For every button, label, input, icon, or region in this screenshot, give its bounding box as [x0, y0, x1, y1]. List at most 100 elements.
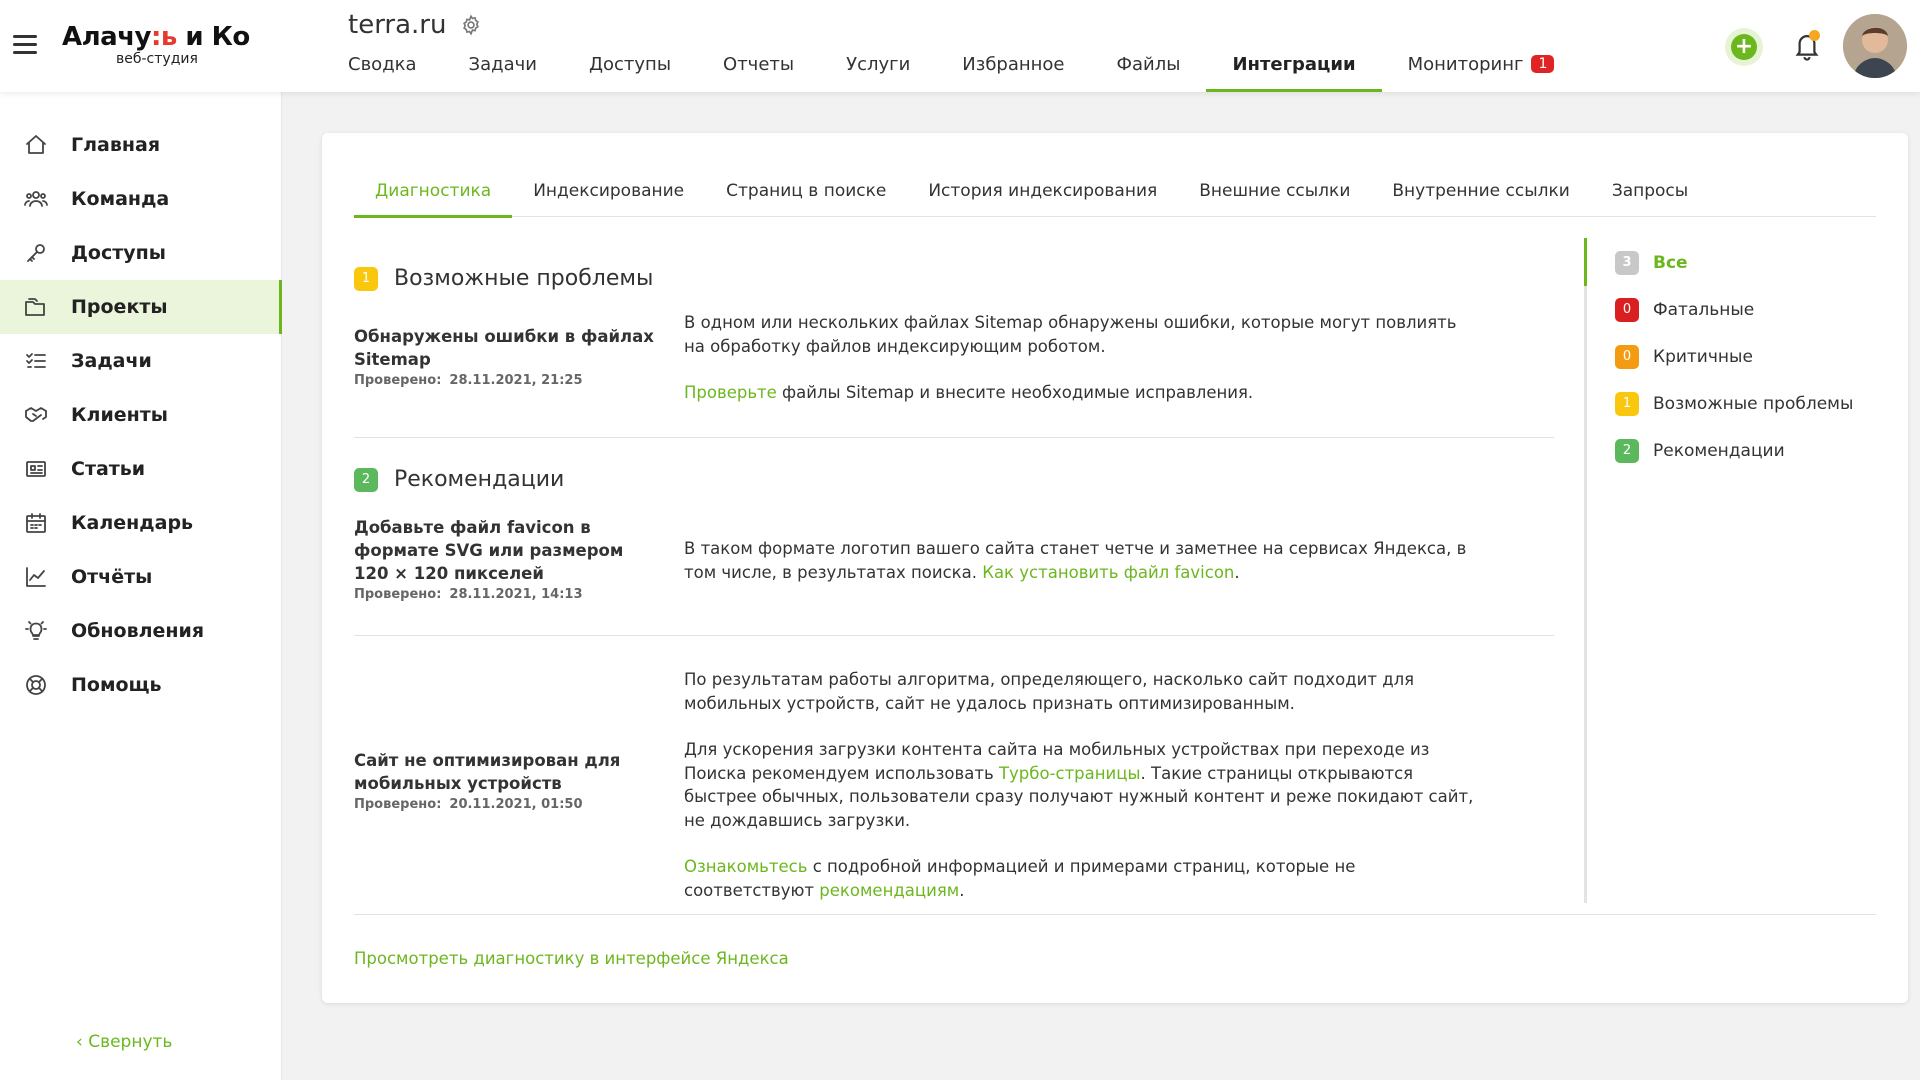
sidebar-item-home[interactable]: Главная — [0, 118, 282, 172]
sidebar-item-reports[interactable]: Отчёты — [0, 550, 282, 604]
issue-title: Обнаружены ошибки в файлах Sitemap Прове… — [354, 325, 654, 391]
gear-icon[interactable] — [460, 14, 482, 36]
team-icon — [24, 191, 48, 207]
avatar[interactable] — [1843, 14, 1907, 78]
filter-count-badge: 0 — [1615, 345, 1639, 369]
filter-critical[interactable]: 0 Критичные — [1615, 345, 1753, 369]
add-button[interactable]: + — [1725, 28, 1763, 66]
sidebar-item-calendar[interactable]: Календарь — [0, 496, 282, 550]
folder-icon — [25, 298, 45, 316]
issue-checked-date: Проверено: 20.11.2021, 01:50 — [354, 797, 583, 812]
tab-tasks[interactable]: Задачи — [469, 50, 537, 92]
menu-icon[interactable] — [13, 35, 37, 55]
recommendations-link[interactable]: рекомендациям — [819, 881, 959, 900]
filter-all[interactable]: 3 Все — [1615, 251, 1688, 275]
sidebar-item-label: Отчёты — [71, 566, 153, 588]
subtab-pages-in-search[interactable]: Страниц в поиске — [705, 173, 907, 217]
tab-favorites[interactable]: Избранное — [962, 50, 1064, 92]
tab-reports[interactable]: Отчеты — [723, 50, 794, 92]
filter-count-badge: 3 — [1615, 251, 1639, 275]
section-badge: 2 — [354, 467, 378, 492]
logo-subtitle: веб-студия — [116, 51, 198, 67]
integration-subtabs: Диагностика Индексирование Страниц в пои… — [354, 173, 1876, 218]
severity-filters: 3 Все 0 Фатальные 0 Критичные 1 Возможные пр… — [1584, 238, 1874, 903]
divider — [354, 914, 1876, 915]
divider — [354, 437, 1554, 438]
notification-dot — [1809, 30, 1820, 41]
sidebar-item-label: Доступы — [71, 242, 166, 264]
handshake-icon — [25, 407, 47, 422]
filter-recommendations[interactable]: 2 Рекомендации — [1615, 439, 1785, 463]
check-link[interactable]: Проверьте — [684, 383, 777, 402]
filter-count-badge: 2 — [1615, 439, 1639, 463]
subtab-diagnostics[interactable]: Диагностика — [354, 173, 513, 218]
section-title-problems: 1 Возможные проблемы — [354, 266, 653, 291]
sidebar-item-articles[interactable]: Статьи — [0, 442, 282, 496]
sidebar-item-projects[interactable]: Проекты — [0, 280, 282, 334]
lifebuoy-icon — [26, 675, 46, 695]
subtab-external-links[interactable]: Внешние ссылки — [1178, 173, 1371, 217]
issue-description: В одном или нескольких файлах Sitemap об… — [684, 313, 1457, 402]
sidebar-item-label: Задачи — [71, 350, 152, 372]
section-title-recommendations: 2 Рекомендации — [354, 467, 564, 492]
sidebar-item-tasks[interactable]: Задачи — [0, 334, 282, 388]
top-header: Алачу:ь и Ко веб-студия terra.ru Сводка … — [0, 0, 1920, 92]
tab-services[interactable]: Услуги — [846, 50, 910, 92]
favicon-help-link[interactable]: Как установить файл favicon — [982, 563, 1234, 582]
project-tabs: Сводка Задачи Доступы Отчеты Услуги Избр… — [348, 50, 1606, 92]
subtab-indexing-history[interactable]: История индексирования — [907, 173, 1178, 217]
divider — [354, 635, 1554, 636]
issue-title: Сайт не оптимизирован для мобильных устр… — [354, 749, 654, 815]
diagnostics-card: Диагностика Индексирование Страниц в пои… — [322, 133, 1908, 1003]
subtab-indexing[interactable]: Индексирование — [512, 173, 705, 217]
sidebar-item-label: Команда — [71, 188, 170, 210]
project-title: terra.ru — [348, 10, 482, 40]
subtab-internal-links[interactable]: Внутренние ссылки — [1371, 173, 1590, 217]
turbo-pages-link[interactable]: Турбо-страницы — [999, 764, 1141, 783]
issue-description: В таком формате логотип вашего сайта ста… — [684, 539, 1467, 582]
sidebar-item-access[interactable]: Доступы — [0, 226, 282, 280]
sidebar: Главная Команда Доступы Проекты Задачи Клиент… — [0, 92, 282, 1080]
key-icon — [27, 244, 45, 262]
filter-possible-problems[interactable]: 1 Возможные проблемы — [1615, 392, 1853, 416]
sidebar-item-label: Статьи — [71, 458, 146, 480]
tab-integrations[interactable]: Интеграции — [1206, 50, 1382, 92]
filter-count-badge: 1 — [1615, 392, 1639, 416]
lightbulb-icon — [25, 621, 47, 640]
learn-more-link[interactable]: Ознакомьтесь — [684, 857, 807, 876]
issue-checked-date: Проверено: 28.11.2021, 21:25 — [354, 373, 583, 388]
sidebar-item-updates[interactable]: Обновления — [0, 604, 282, 658]
filter-count-badge: 0 — [1615, 298, 1639, 322]
yandex-diagnostics-link[interactable]: Просмотреть диагностику в интерфейсе Янд… — [354, 949, 789, 968]
sidebar-item-label: Проекты — [71, 296, 168, 318]
notifications-button[interactable] — [1792, 30, 1822, 62]
issue-checked-date: Проверено: 28.11.2021, 14:13 — [354, 587, 583, 602]
section-badge: 1 — [354, 266, 378, 291]
monitoring-badge: 1 — [1531, 55, 1555, 73]
articles-icon — [26, 461, 46, 477]
tab-summary[interactable]: Сводка — [348, 50, 417, 92]
logo[interactable]: Алачу:ь и Ко веб-студия — [62, 22, 262, 66]
sidebar-item-label: Главная — [71, 134, 161, 156]
sidebar-item-label: Клиенты — [71, 404, 168, 426]
subtab-queries[interactable]: Запросы — [1591, 173, 1709, 217]
sidebar-item-label: Обновления — [71, 620, 205, 642]
home-icon — [26, 135, 46, 154]
issue-title: Добавьте файл favicon в формате SVG или … — [354, 516, 654, 605]
sidebar-item-help[interactable]: Помощь — [0, 658, 282, 712]
tab-files[interactable]: Файлы — [1117, 50, 1181, 92]
chart-icon — [26, 567, 46, 587]
sidebar-item-label: Календарь — [71, 512, 194, 534]
tasks-icon — [26, 353, 46, 368]
sidebar-item-team[interactable]: Команда — [0, 172, 282, 226]
tab-monitoring[interactable]: Мониторинг 1 — [1408, 50, 1555, 92]
filter-fatal[interactable]: 0 Фатальные — [1615, 298, 1754, 322]
collapse-sidebar-button[interactable]: ‹ Свернуть — [76, 1032, 172, 1052]
issue-description: По результатам работы алгоритма, определ… — [684, 670, 1474, 900]
plus-icon: + — [1731, 34, 1757, 60]
tab-access[interactable]: Доступы — [589, 50, 671, 92]
sidebar-item-clients[interactable]: Клиенты — [0, 388, 282, 442]
sidebar-item-label: Помощь — [71, 674, 162, 696]
avatar-image — [1843, 14, 1907, 78]
calendar-icon — [26, 513, 46, 533]
